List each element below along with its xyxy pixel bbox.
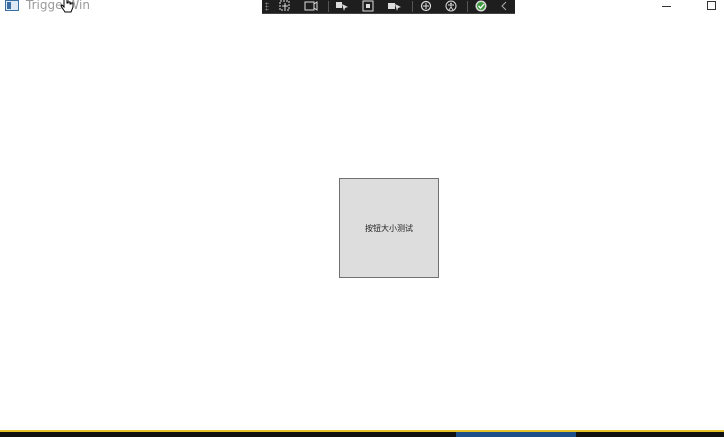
track-focus-icon[interactable] xyxy=(334,0,352,12)
binding-failures-icon[interactable] xyxy=(386,0,404,12)
verified-icon[interactable] xyxy=(472,0,490,12)
toolbar-grip-icon[interactable] xyxy=(265,2,269,11)
select-element-icon[interactable] xyxy=(276,0,294,12)
minimize-icon[interactable] xyxy=(662,6,671,7)
toolbar-separator xyxy=(328,1,329,12)
hot-reload-icon[interactable] xyxy=(417,0,435,12)
button-size-test-button[interactable]: 按钮大小测试 xyxy=(339,178,439,278)
window-titlebar[interactable]: TriggerWin xyxy=(0,0,724,14)
app-icon xyxy=(5,0,19,11)
xaml-debug-toolbar xyxy=(262,0,515,14)
toolbar-separator xyxy=(467,1,468,12)
maximize-icon[interactable] xyxy=(707,1,716,10)
taskbar-strip xyxy=(0,430,724,437)
display-layout-adorners-icon[interactable] xyxy=(302,0,320,12)
collapse-icon[interactable] xyxy=(496,0,514,12)
preview-selection-icon[interactable] xyxy=(359,0,377,12)
hand-cursor-icon xyxy=(60,0,74,13)
taskbar-item[interactable] xyxy=(456,432,576,437)
toolbar-separator xyxy=(412,1,413,12)
accessibility-icon[interactable] xyxy=(442,0,460,12)
